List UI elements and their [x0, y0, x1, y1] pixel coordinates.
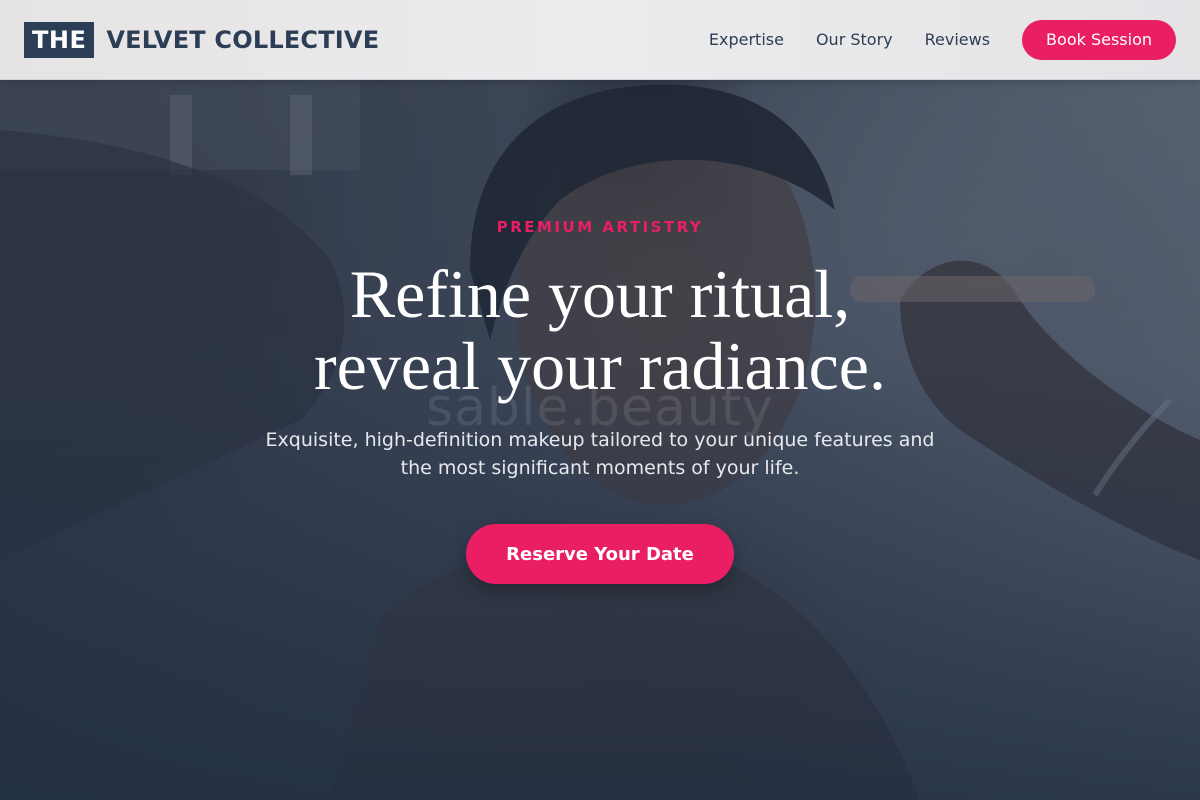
hero-section: sable.beauty PREMIUM ARTISTRY Refine you…	[0, 218, 1200, 584]
hero-headline: Refine your ritual, reveal your radiance…	[0, 258, 1200, 402]
main-nav: Expertise Our Story Reviews Book Session	[709, 19, 1176, 60]
headline-line-2: reveal your radiance.	[314, 328, 886, 404]
book-session-button[interactable]: Book Session	[1022, 19, 1176, 60]
nav-link-our-story[interactable]: Our Story	[816, 30, 893, 49]
page: THE VELVET COLLECTIVE Expertise Our Stor…	[0, 0, 1200, 800]
nav-link-expertise[interactable]: Expertise	[709, 30, 784, 49]
headline-line-1: Refine your ritual,	[349, 256, 851, 332]
reserve-date-button[interactable]: Reserve Your Date	[466, 524, 734, 584]
hero-subtitle: Exquisite, high-definition makeup tailor…	[265, 429, 935, 479]
logo-mark: THE	[24, 21, 95, 58]
brand-logo[interactable]: THE VELVET COLLECTIVE	[24, 21, 380, 58]
site-header: THE VELVET COLLECTIVE Expertise Our Stor…	[0, 0, 1200, 80]
hero-eyebrow: PREMIUM ARTISTRY	[496, 218, 704, 236]
logo-text: VELVET COLLECTIVE	[106, 25, 380, 54]
nav-link-reviews[interactable]: Reviews	[925, 30, 990, 49]
